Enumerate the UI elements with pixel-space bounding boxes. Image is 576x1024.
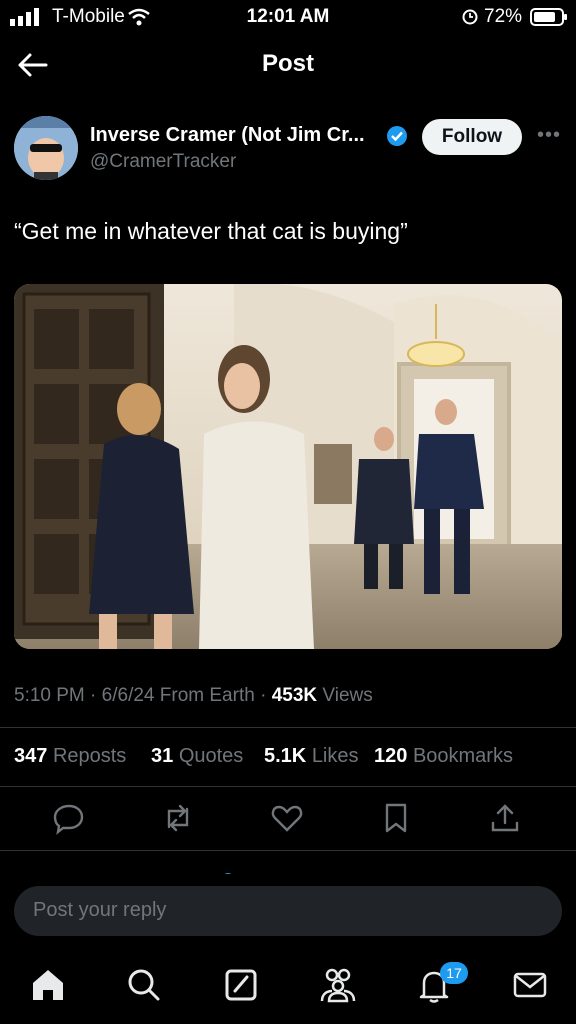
likes-count: 5.1K [264, 745, 307, 767]
tweet-date: 6/6/24 [101, 685, 155, 706]
repost-icon[interactable] [161, 801, 195, 835]
reply-placeholder: Post your reply [33, 899, 167, 921]
reply-icon[interactable] [52, 801, 86, 835]
reposts-stat[interactable]: 347 Reposts [14, 745, 126, 768]
messages-icon[interactable] [510, 965, 550, 1005]
author-name[interactable]: Inverse Cramer (Not Jim Cr... [90, 124, 365, 147]
tweet-source: From Earth [159, 685, 255, 706]
reposts-count: 347 [14, 745, 48, 767]
likes-stat[interactable]: 5.1K Likes [264, 745, 359, 768]
follow-button[interactable]: Follow [422, 119, 522, 155]
quotes-label: Quotes [178, 745, 244, 767]
quotes-count: 31 [151, 745, 174, 767]
battery-percent: 72% [484, 6, 523, 27]
tweet-time: 5:10 PM [14, 685, 85, 706]
avatar[interactable] [14, 116, 78, 180]
next-reply-peek [36, 866, 536, 874]
home-icon[interactable] [28, 965, 68, 1005]
notifications-badge: 17 [440, 962, 468, 984]
share-icon[interactable] [488, 801, 522, 835]
reposts-label: Reposts [52, 745, 127, 767]
quotes-stat[interactable]: 31 Quotes [151, 745, 243, 768]
like-icon[interactable] [270, 801, 304, 835]
divider [0, 727, 576, 728]
bookmarks-count: 120 [374, 745, 408, 767]
communities-icon[interactable] [318, 965, 358, 1005]
divider [0, 850, 576, 851]
likes-label: Likes [311, 745, 359, 767]
verified-icon [387, 126, 407, 146]
status-bar: T-Mobile 12:01 AM 72% [0, 0, 576, 34]
views-count: 453K [271, 685, 318, 706]
views-label: Views [322, 685, 373, 706]
tweet-meta: 5:10 PM · 6/6/24 From Earth · 453K Views [14, 685, 373, 706]
tweet-image[interactable] [14, 284, 562, 649]
alarm-icon [462, 9, 478, 25]
tweet-text: “Get me in whatever that cat is buying” [14, 218, 408, 244]
more-icon[interactable]: ••• [537, 124, 561, 147]
compose-icon[interactable] [221, 965, 261, 1005]
bookmark-icon[interactable] [379, 801, 413, 835]
author-handle[interactable]: @CramerTracker [90, 151, 236, 173]
battery-icon [530, 8, 567, 26]
bookmarks-stat[interactable]: 120 Bookmarks [374, 745, 513, 768]
search-icon[interactable] [124, 965, 164, 1005]
bookmarks-label: Bookmarks [412, 745, 513, 767]
page-title: Post [261, 50, 314, 77]
divider [0, 786, 576, 787]
